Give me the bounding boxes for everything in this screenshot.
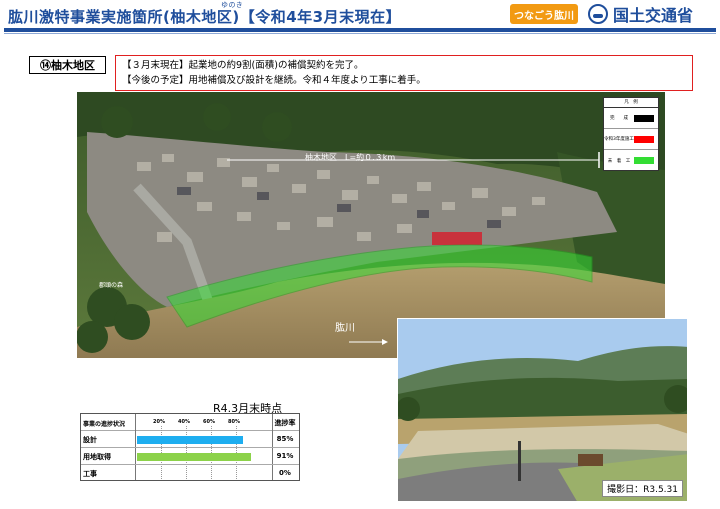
progress-header-label: 事業の進捗状況: [83, 421, 126, 428]
progress-table: 事業の進捗状況 20% 40% 60% 80% 進捗率 設計 85% 用地取得 …: [80, 413, 300, 481]
tick-20: 20%: [153, 419, 165, 425]
legend-swatch-black: [634, 114, 654, 122]
river-label: 肱川: [335, 322, 355, 334]
legend-item-label: 令和3年度施工: [604, 137, 634, 142]
progress-row-label: 工事: [83, 470, 97, 478]
photo-date: 撮影日：R3.5.31: [602, 480, 683, 497]
district-label: 柚木地区 L=約０.３km: [305, 152, 395, 162]
ministry-logo: 国土交通省: [588, 2, 693, 26]
progress-bar-design: [137, 436, 244, 444]
progress-row-pct: 91%: [276, 452, 294, 460]
progress-row-pct: 85%: [276, 435, 294, 443]
progress-row-pct: 0%: [279, 469, 291, 477]
ministry-emblem-icon: [588, 4, 608, 24]
progress-row-design: 設計 85%: [81, 431, 299, 448]
tick-60: 60%: [203, 419, 215, 425]
status-line-current: 【３月末現在】起業地の約9割(面積)の補償契約を完了。: [122, 60, 364, 71]
progress-header-row: 事業の進捗状況 20% 40% 60% 80% 進捗率: [81, 414, 299, 431]
place-label: 郡頭の森: [99, 281, 123, 289]
progress-row-label: 設計: [83, 436, 97, 444]
tick-80: 80%: [228, 419, 240, 425]
legend-item-label: 未 着 工: [607, 158, 631, 164]
legend-swatch-green: [634, 157, 654, 164]
area-label: ⑭柚木地区: [29, 56, 106, 74]
legend-item-r3-construction: 令和3年度施工: [604, 129, 658, 150]
progress-row-land: 用地取得 91%: [81, 448, 299, 465]
campaign-badge: つなごう肱川: [510, 4, 578, 24]
legend-item-completed: 完 成: [604, 108, 658, 129]
status-line-plan: 【今後の予定】用地補償及び設計を継続。令和４年度より工事に着手。: [122, 75, 426, 86]
progress-bar-land: [137, 453, 251, 461]
progress-row-label: 用地取得: [83, 453, 111, 461]
legend-heading: 凡 例: [604, 98, 658, 108]
title-rule: [4, 28, 716, 32]
page-title-text: 肱川激特事業実施箇所(柚木地区)【令和4年3月末現在】: [8, 8, 402, 26]
legend: 凡 例 完 成 令和3年度施工 未 着 工: [603, 97, 659, 171]
title-rule-thin: [4, 33, 716, 34]
progress-row-construction: 工事 0%: [81, 465, 299, 482]
legend-item-label: 完 成: [610, 116, 628, 121]
progress-rate-label: 進捗率: [274, 419, 296, 427]
ministry-name: 国土交通省: [613, 6, 694, 25]
legend-item-not-started: 未 着 工: [604, 150, 658, 171]
legend-swatch-red: [634, 135, 654, 143]
title-ruby: ゆのき: [221, 1, 244, 9]
ground-photo: 撮影日：R3.5.31: [397, 318, 688, 502]
page-title: 肱川激特事業実施箇所(柚木地区)【令和4年3月末現在】 ゆのき: [8, 1, 402, 27]
ground-photo-graphic: [398, 319, 687, 501]
status-box: 【３月末現在】起業地の約9割(面積)の補償契約を完了。 【今後の予定】用地補償及…: [115, 55, 693, 91]
tick-40: 40%: [178, 419, 190, 425]
